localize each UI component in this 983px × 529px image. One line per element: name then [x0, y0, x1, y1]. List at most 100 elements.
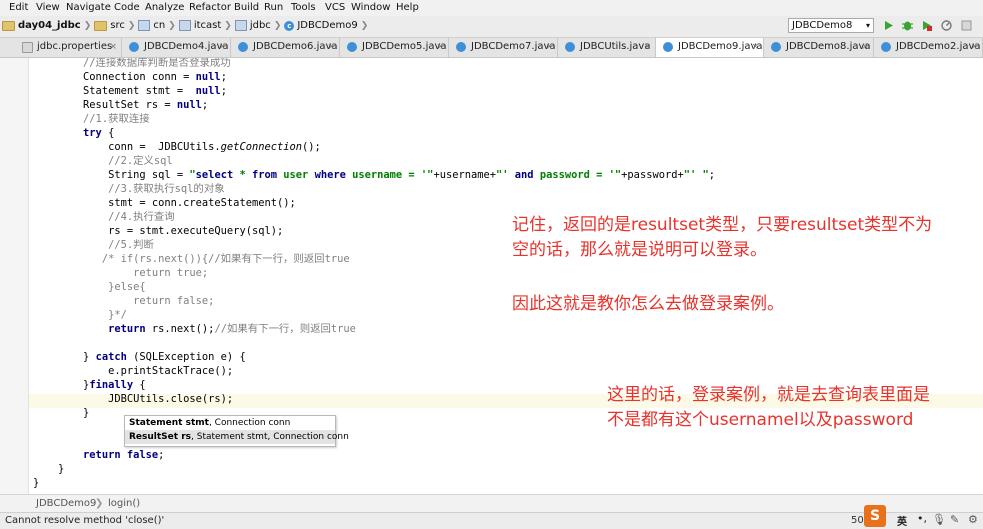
coverage-icon[interactable]: [920, 19, 933, 32]
breadcrumb-project[interactable]: day04_jdbc: [18, 20, 81, 31]
code-line[interactable]: e.printStackTrace();: [33, 364, 233, 378]
tab-jdbcdemo5[interactable]: JDBCDemo5.java ×: [340, 38, 449, 57]
tab-jdbcdemo4[interactable]: JDBCDemo4.java ×: [122, 38, 231, 57]
code-line[interactable]: } catch (SQLException e) {: [33, 350, 246, 364]
menu-analyze[interactable]: Analyze: [145, 2, 184, 13]
settings-icon[interactable]: ⚙: [968, 513, 978, 526]
keyboard-icon[interactable]: ✎: [950, 513, 959, 526]
code-line[interactable]: }: [33, 406, 89, 420]
status-position[interactable]: 50: [851, 515, 864, 526]
close-icon[interactable]: ×: [436, 38, 444, 56]
menu-window[interactable]: Window: [351, 2, 390, 13]
code-line[interactable]: conn = JDBCUtils.getConnection();: [33, 140, 321, 154]
tab-label: JDBCDemo4.java: [144, 41, 229, 52]
code-line[interactable]: try {: [33, 126, 114, 140]
run-config-label: JDBCDemo8: [792, 20, 853, 31]
tab-jdbcdemo7[interactable]: JDBCDemo7.java ×: [449, 38, 558, 57]
chevron-right-icon: ❯: [168, 20, 176, 31]
breadcrumb-src[interactable]: src: [110, 20, 125, 31]
menu-run[interactable]: Run: [264, 2, 283, 13]
code-line[interactable]: }finally {: [33, 378, 146, 392]
chevron-right-icon: ❯: [83, 20, 92, 31]
java-class-icon: [881, 42, 891, 52]
code-line[interactable]: rs = stmt.executeQuery(sql);: [33, 224, 283, 238]
menu-tools[interactable]: Tools: [291, 2, 316, 13]
breadcrumb-class[interactable]: JDBCDemo9: [297, 20, 357, 31]
code-line[interactable]: return false;: [33, 448, 164, 462]
run-config-select[interactable]: JDBCDemo8 ▾: [788, 18, 874, 33]
code-line[interactable]: //3.获取执行sql的对象: [33, 182, 225, 196]
code-line[interactable]: //1.获取连接: [33, 112, 150, 126]
breadcrumb-jdbc[interactable]: jdbc: [250, 20, 271, 31]
code-line[interactable]: //5.判断: [33, 238, 154, 252]
code-line[interactable]: }: [33, 462, 64, 476]
code-line[interactable]: //4.执行查询: [33, 210, 175, 224]
code-line[interactable]: return rs.next();//如果有下一行，则返回true: [33, 322, 356, 336]
menu-vcs[interactable]: VCS: [325, 2, 345, 13]
menu-navigate[interactable]: Navigate: [66, 2, 111, 13]
editor-gutter[interactable]: [0, 58, 29, 494]
code-line[interactable]: return false;: [33, 294, 214, 308]
java-class-icon: [347, 42, 357, 52]
java-class-icon: [456, 42, 466, 52]
annotation-note-2: 因此这就是教你怎么去做登录案例。: [512, 294, 784, 314]
param-rest: , Connection conn: [208, 418, 291, 428]
java-class-icon: [565, 42, 575, 52]
param-option-selected[interactable]: ResultSet rs, Statement stmt, Connection…: [125, 430, 349, 444]
close-icon[interactable]: ×: [545, 38, 553, 56]
close-icon[interactable]: ×: [109, 38, 117, 56]
param-option[interactable]: Statement stmt, Connection conn: [125, 416, 335, 430]
close-icon[interactable]: ×: [218, 38, 226, 56]
code-line[interactable]: Connection conn = null;: [33, 70, 227, 84]
breadcrumb-itcast[interactable]: itcast: [194, 20, 221, 31]
tab-jdbcdemo6[interactable]: JDBCDemo6.java ×: [231, 38, 340, 57]
tab-jdbcdemo8[interactable]: JDBCDemo8.java ×: [764, 38, 874, 57]
stop-icon[interactable]: [960, 19, 973, 32]
microphone-icon[interactable]: 🎙: [932, 513, 946, 526]
menu-build[interactable]: Build: [234, 2, 259, 13]
menu-view[interactable]: View: [36, 2, 60, 13]
ime-language[interactable]: 英: [897, 513, 907, 528]
ime-logo-icon[interactable]: S: [864, 505, 886, 527]
code-line[interactable]: return true;: [33, 266, 208, 280]
code-line[interactable]: /* if(rs.next()){//如果有下一行，则返回true: [33, 252, 350, 266]
menu-edit[interactable]: Edit: [9, 2, 28, 13]
code-line[interactable]: ResultSet rs = null;: [33, 98, 208, 112]
java-class-icon: [663, 42, 673, 52]
code-line[interactable]: }*/: [33, 308, 127, 322]
menu-refactor[interactable]: Refactor: [189, 2, 231, 13]
chevron-right-icon: ❯: [127, 20, 136, 31]
menu-code[interactable]: Code: [114, 2, 140, 13]
close-icon[interactable]: ×: [861, 38, 869, 56]
tab-jdbc-properties[interactable]: jdbc.properties ×: [15, 38, 122, 57]
profile-icon[interactable]: [940, 19, 953, 32]
editor-breadcrumb-class[interactable]: JDBCDemo9: [36, 498, 96, 509]
code-line[interactable]: }: [33, 476, 39, 490]
code-line[interactable]: Statement stmt = null;: [33, 84, 227, 98]
tab-jdbcutils[interactable]: JDBCUtils.java ×: [558, 38, 656, 57]
status-bar: Cannot resolve method 'close()' 50 S 英 •…: [0, 505, 983, 529]
run-icon[interactable]: [882, 19, 895, 32]
tab-label: JDBCDemo6.java: [253, 41, 338, 52]
code-line[interactable]: String sql = "select * from user where u…: [33, 168, 715, 182]
close-icon[interactable]: ×: [970, 38, 978, 56]
close-icon[interactable]: ×: [751, 38, 759, 56]
code-line[interactable]: }else{: [33, 280, 146, 294]
ime-punctuation-icon[interactable]: •,: [917, 512, 927, 525]
code-line[interactable]: //2.定义sql: [33, 154, 173, 168]
tab-jdbcdemo2[interactable]: JDBCDemo2.java ×: [874, 38, 983, 57]
annotation-text: 空的话，那么就是说明可以登录。: [512, 240, 767, 260]
close-icon[interactable]: ×: [643, 38, 651, 56]
menu-help[interactable]: Help: [396, 2, 419, 13]
breadcrumb-cn[interactable]: cn: [153, 20, 165, 31]
java-class-icon: [771, 42, 781, 52]
code-line[interactable]: stmt = conn.createStatement();: [33, 196, 296, 210]
annotation-note-3: 这里的话，登录案例，就是去查询表里面是 不是都有这个usernamel以及pas…: [607, 383, 930, 433]
debug-icon[interactable]: [901, 19, 914, 32]
code-line[interactable]: JDBCUtils.close(rs);: [33, 392, 233, 406]
tab-jdbcdemo9[interactable]: JDBCDemo9.java ×: [656, 38, 764, 57]
editor-breadcrumb-method[interactable]: login(): [108, 498, 140, 509]
code-line[interactable]: //连接数据库判断是否登录成功: [33, 58, 231, 70]
code-editor[interactable]: //连接数据库判断是否登录成功 Connection conn = null; …: [0, 58, 983, 494]
close-icon[interactable]: ×: [327, 38, 335, 56]
